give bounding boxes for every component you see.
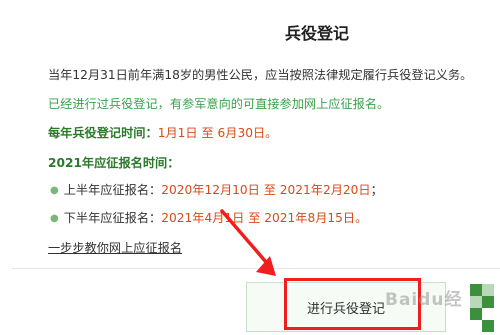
checker-decoration	[462, 270, 500, 335]
